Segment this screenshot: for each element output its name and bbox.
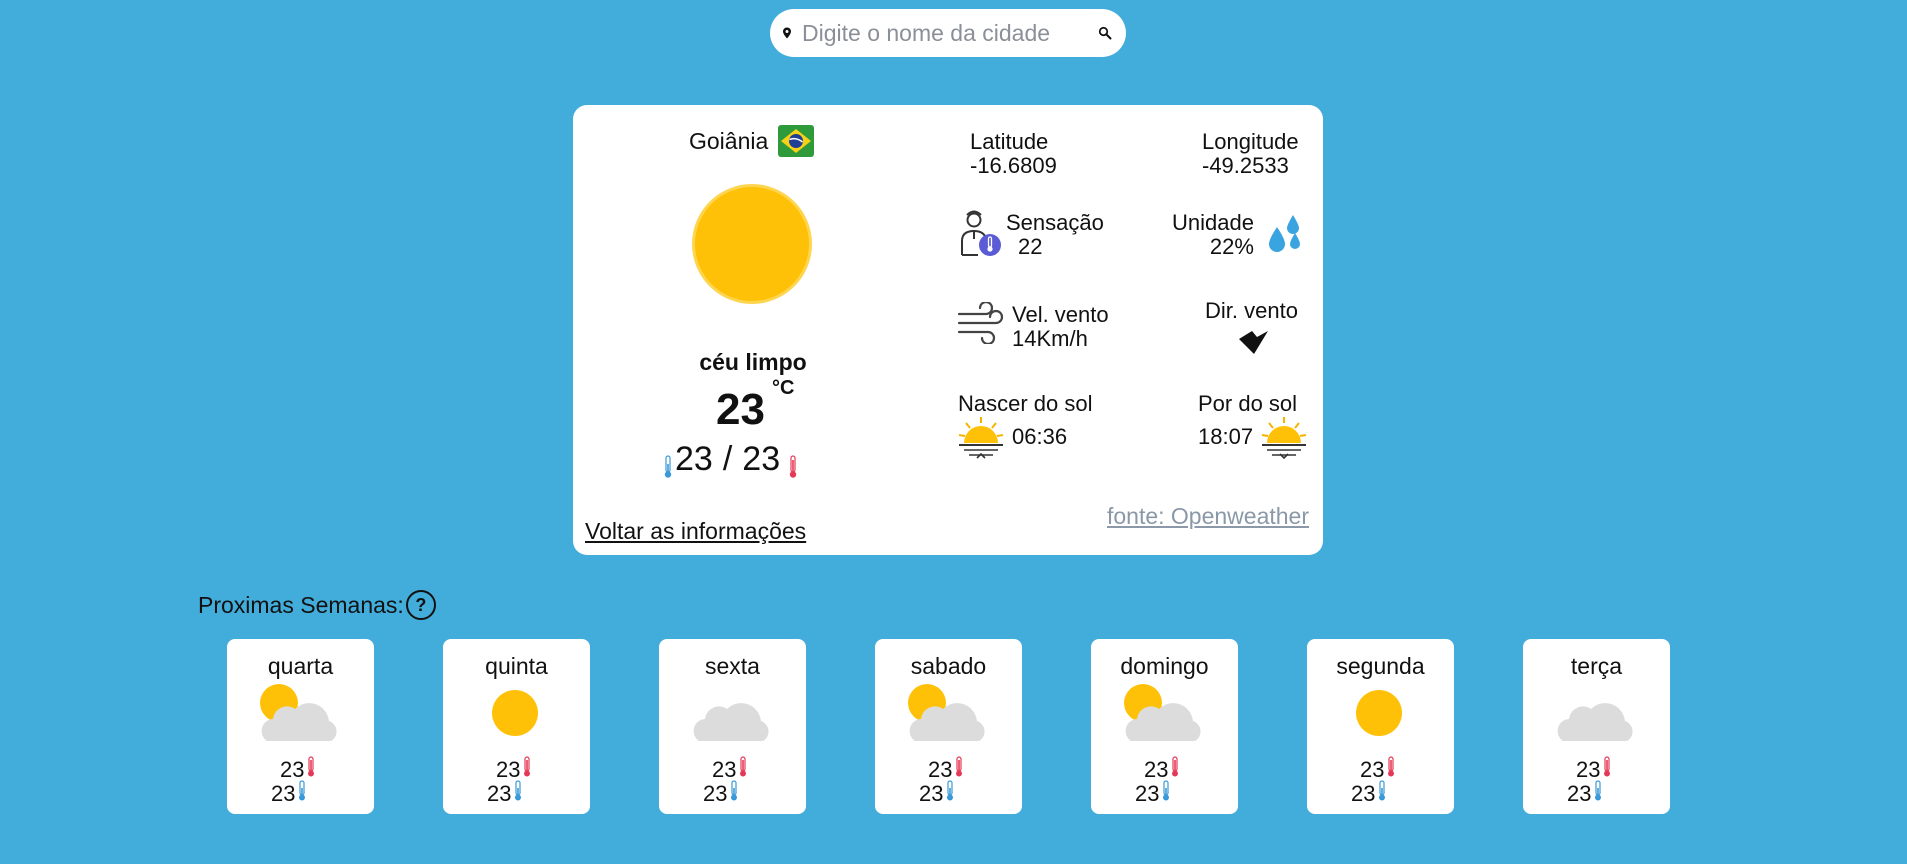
longitude-block: Longitude -49.2533 (1202, 130, 1299, 178)
forecast-day-name: sexta (705, 653, 760, 679)
latitude-label: Latitude (970, 129, 1049, 154)
sunrise-icon (958, 417, 1004, 459)
forecast-day-name: quinta (485, 653, 548, 679)
humidity-value: 22% (1209, 234, 1254, 259)
forecast-min-temp: 23 (1567, 780, 1603, 808)
wind-direction-arrow-icon (1239, 331, 1268, 354)
wind-speed-value: 14Km/h (1012, 326, 1088, 351)
forecast-day-card[interactable]: terça 23 23 (1523, 639, 1670, 814)
search-bar (770, 9, 1126, 57)
brazil-flag-icon (778, 125, 815, 157)
location-pin-icon (783, 27, 791, 39)
forecast-day-name: segunda (1336, 653, 1425, 679)
wind-speed-label: Vel. vento (1012, 302, 1109, 327)
temperature-value: 23 (716, 385, 765, 434)
latitude-block: Latitude -16.6809 (970, 130, 1057, 178)
back-to-info-link[interactable]: Voltar as informações (585, 518, 806, 545)
hot-thermometer-icon (306, 756, 316, 784)
forecast-day-name: quarta (267, 653, 334, 679)
min-temperature: 23 (675, 440, 713, 478)
sunset-icon (1261, 417, 1307, 460)
hot-thermometer-icon (1602, 756, 1612, 784)
forecast-title-text: Proximas Semanas: (198, 591, 404, 618)
forecast-min-temp: 23 (919, 780, 955, 808)
forecast-day-card[interactable]: domingo 23 23 (1091, 639, 1238, 814)
hot-thermometer-icon (522, 756, 532, 784)
cold-thermometer-icon (729, 780, 739, 808)
cold-thermometer-icon (513, 780, 523, 808)
forecast-min-temp: 23 (487, 780, 523, 808)
city-search-input[interactable] (802, 19, 1098, 47)
humidity-block: Unidade 22% (1172, 211, 1254, 259)
current-temperature: 23 °C (716, 377, 794, 435)
max-temperature: 23 (742, 440, 781, 478)
forecast-min-temp: 23 (703, 780, 739, 808)
hot-thermometer-icon (1386, 756, 1396, 784)
forecast-min-temp: 23 (271, 780, 307, 808)
forecast-day-name: terça (1570, 653, 1623, 679)
hot-thermometer-icon (738, 756, 748, 784)
hot-thermometer-icon (954, 756, 964, 784)
cold-thermometer-icon (1593, 780, 1603, 808)
hot-thermometer-icon (1170, 756, 1180, 784)
city-name: Goiânia (689, 127, 769, 154)
cold-thermometer-icon (664, 455, 672, 478)
forecast-day-card[interactable]: quinta 23 23 (443, 639, 590, 814)
help-icon[interactable]: ? (405, 590, 436, 620)
feels-like-block: Sensação 22 (1006, 211, 1104, 259)
forecast-day-card[interactable]: segunda 23 23 (1307, 639, 1454, 814)
sunrise-label: Nascer do sol (958, 391, 1093, 416)
water-drops-icon (1269, 215, 1300, 252)
city-heading: Goiânia (689, 123, 815, 159)
cold-thermometer-icon (1161, 780, 1171, 808)
longitude-label: Longitude (1202, 129, 1299, 154)
forecast-min-temp: 23 (1135, 780, 1171, 808)
forecast-min-temp: 23 (1351, 780, 1387, 808)
weather-description: céu limpo (699, 349, 807, 375)
sunrise-time: 06:36 (1012, 424, 1068, 449)
forecast-title: Proximas Semanas: ? (198, 590, 436, 620)
feels-like-label: Sensação (1006, 210, 1104, 235)
forecast-day-name: sabado (910, 653, 987, 679)
wind-direction-label: Dir. vento (1205, 298, 1298, 323)
sunset-label: Por do sol (1198, 391, 1298, 416)
cold-thermometer-icon (945, 780, 955, 808)
hot-thermometer-icon (789, 455, 797, 478)
forecast-day-name: domingo (1120, 653, 1209, 679)
wind-icon (957, 302, 1004, 344)
humidity-label: Unidade (1172, 210, 1254, 235)
forecast-day-card[interactable]: sabado 23 23 (875, 639, 1022, 814)
latitude-value: -16.6809 (970, 153, 1057, 178)
temperature-unit: °C (772, 377, 795, 399)
cold-thermometer-icon (297, 780, 307, 808)
range-separator: / (722, 440, 733, 478)
temperature-range: 23 / 23 (663, 440, 798, 479)
forecast-day-card[interactable]: sexta 23 23 (659, 639, 806, 814)
search-icon[interactable] (1098, 19, 1112, 47)
longitude-value: -49.2533 (1202, 153, 1289, 178)
feels-like-person-thermometer-icon (961, 210, 1001, 256)
openweather-source-link[interactable]: fonte: Openweather (1107, 503, 1309, 530)
sunset-time: 18:07 (1198, 424, 1254, 449)
wind-speed-block: Vel. vento 14Km/h (1012, 303, 1109, 351)
cold-thermometer-icon (1377, 780, 1387, 808)
forecast-day-card[interactable]: quarta 23 23 (227, 639, 374, 814)
feels-like-value: 22 (1018, 234, 1043, 259)
current-weather-card: Goiânia céu limpo 23 °C 23 / 23 Voltar a… (573, 105, 1323, 555)
clear-sky-sun-icon (695, 187, 809, 301)
